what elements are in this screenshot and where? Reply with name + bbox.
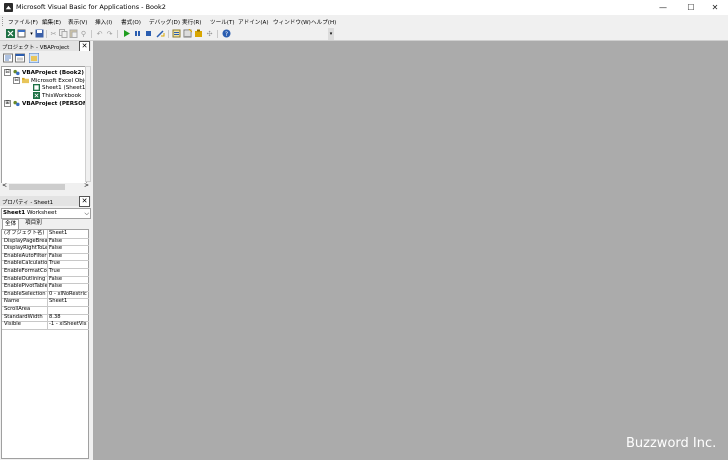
paste-icon[interactable]	[69, 29, 78, 38]
chevron-down-icon[interactable]: ⌵	[84, 209, 89, 218]
project-pane-header: プロジェクト - VBAProject ✕	[0, 41, 91, 52]
expand-icon[interactable]: ⊞	[4, 100, 11, 107]
copy-icon[interactable]	[59, 29, 68, 38]
properties-tabs: 全体 項目別	[1, 219, 89, 229]
toggle-folders-icon[interactable]	[29, 53, 39, 63]
project-pane-toolbar	[0, 51, 91, 66]
collapse-icon[interactable]: ⊟	[13, 77, 20, 84]
project-tree: ⊟ VBAProject (Book2) ⊟ Microsoft Excel Obj…	[1, 66, 91, 184]
menu-tools[interactable]: ツール(T)	[210, 18, 235, 26]
object-selector-dropdown[interactable]: Sheet1 Worksheet ⌵	[1, 208, 91, 219]
menu-file[interactable]: ファイル(F)	[8, 18, 38, 26]
minimize-button[interactable]: —	[650, 0, 676, 15]
run-icon[interactable]	[122, 29, 131, 38]
toolbox-icon[interactable]: ✣	[205, 29, 214, 38]
tree-item-vbaproject-book2[interactable]: ⊟ VBAProject (Book2)	[4, 69, 84, 77]
save-icon[interactable]	[35, 29, 44, 38]
toolbar-separator	[217, 30, 218, 38]
svg-text:?: ?	[225, 31, 228, 38]
maximize-button[interactable]: ☐	[678, 0, 704, 15]
object-browser-icon[interactable]	[194, 29, 203, 38]
selected-object-name: Sheet1	[3, 210, 26, 216]
menu-edit[interactable]: 編集(E)	[42, 18, 61, 26]
menu-insert[interactable]: 挿入(I)	[95, 18, 112, 26]
cut-icon[interactable]: ✂	[49, 29, 58, 38]
view-object-icon[interactable]	[15, 53, 25, 63]
help-icon[interactable]: ?	[222, 29, 231, 38]
toolbar-separator	[91, 30, 92, 38]
properties-icon[interactable]	[183, 29, 192, 38]
toolbar-separator	[46, 30, 47, 38]
vba-project-icon	[13, 100, 20, 107]
project-pane-title: プロジェクト - VBAProject	[2, 45, 70, 51]
title-bar: Microsoft Visual Basic for Applications …	[0, 0, 728, 16]
properties-pane-header: プロパティ - Sheet1 ✕	[0, 196, 91, 207]
undo-icon[interactable]: ↶	[95, 29, 104, 38]
scroll-right-arrow[interactable]: >	[84, 182, 89, 189]
properties-pane-title: プロパティ - Sheet1	[2, 200, 54, 206]
find-icon[interactable]: ⚲	[79, 29, 88, 38]
insert-module-icon[interactable]	[17, 29, 26, 38]
standard-toolbar: ▾ ✂ ⚲ ↶ ↷ ✣ ? ▾	[0, 28, 334, 40]
menu-view[interactable]: 表示(V)	[68, 18, 87, 26]
tree-item-sheet1[interactable]: Sheet1 (Sheet1)	[33, 84, 88, 92]
menu-format[interactable]: 書式(O)	[121, 18, 141, 26]
watermark-text: Buzzword Inc.	[626, 436, 717, 451]
toolbar-separator	[168, 30, 169, 38]
tab-categorized[interactable]: 項目別	[23, 219, 44, 228]
design-mode-icon[interactable]	[156, 29, 165, 38]
menu-help[interactable]: ヘルプ(H)	[311, 18, 336, 26]
vba-app-icon	[4, 3, 13, 12]
property-row[interactable]: Visible -1 - xlSheetVis	[2, 321, 89, 330]
view-code-icon[interactable]	[3, 53, 13, 63]
break-icon[interactable]	[133, 29, 142, 38]
menu-debug[interactable]: デバッグ(D)	[149, 18, 180, 26]
toolbar-overflow-button[interactable]: ▾	[328, 28, 334, 40]
workbook-icon	[33, 92, 40, 99]
menu-addins[interactable]: アドイン(A)	[238, 18, 269, 26]
project-explorer-icon[interactable]	[172, 29, 181, 38]
toolbar-separator	[117, 30, 118, 38]
vba-project-icon	[13, 69, 20, 76]
properties-pane-close-button[interactable]: ✕	[79, 196, 90, 207]
code-window-area[interactable]	[93, 41, 728, 460]
tab-alphabetic[interactable]: 全体	[2, 219, 20, 229]
scroll-left-arrow[interactable]: <	[2, 182, 7, 189]
project-tree-horizontal-scrollbar[interactable]: < >	[1, 182, 91, 191]
menu-bar: ファイル(F) 編集(E) 表示(V) 挿入(I) 書式(O) デバッグ(D) …	[0, 15, 728, 28]
redo-icon[interactable]: ↷	[105, 29, 114, 38]
reset-icon[interactable]	[144, 29, 153, 38]
selected-object-type: Worksheet	[26, 210, 57, 216]
menu-window[interactable]: ウィンドウ(W)	[273, 18, 311, 26]
collapse-icon[interactable]: ⊟	[4, 69, 11, 76]
window-title: Microsoft Visual Basic for Applications …	[16, 3, 166, 11]
menu-run[interactable]: 実行(R)	[182, 18, 201, 26]
properties-grid: (オブジェクト名) Sheet1 DisplayPageBrea False Dis…	[1, 229, 89, 459]
scrollbar-thumb[interactable]	[9, 184, 65, 190]
close-button[interactable]: ✕	[702, 0, 728, 15]
worksheet-icon	[33, 84, 40, 91]
menu-grip[interactable]	[2, 17, 5, 26]
tree-item-vbaproject-personal[interactable]: ⊞ VBAProject (PERSON	[4, 100, 88, 108]
folder-icon	[22, 77, 29, 84]
tree-item-thisworkbook[interactable]: ThisWorkbook	[33, 92, 81, 100]
excel-view-icon[interactable]	[6, 29, 15, 38]
